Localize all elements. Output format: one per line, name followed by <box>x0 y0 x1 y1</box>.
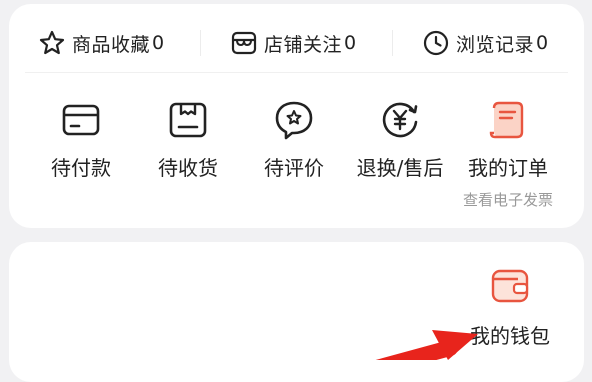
order-list-icon <box>484 96 532 144</box>
shop-follows[interactable]: 店铺关注 0 <box>229 26 356 60</box>
browse-history-label: 浏览记录 <box>456 33 535 56</box>
pending-payment-label: 待付款 <box>51 156 111 180</box>
browse-history-count: 0 <box>536 32 549 54</box>
returns-after-sales-label: 退换/售后 <box>356 156 444 180</box>
view-e-invoice-link[interactable]: 查看电子发票 <box>463 189 553 210</box>
pending-receipt[interactable]: 待收货 <box>134 96 242 181</box>
my-orders-label: 我的订单 <box>468 156 548 180</box>
wallet-card: 我的钱包 <box>9 242 584 382</box>
product-favorites-label: 商品收藏 <box>72 33 151 56</box>
divider <box>200 30 201 56</box>
product-favorites[interactable]: 商品收藏 0 <box>37 26 164 60</box>
my-orders[interactable]: 我的订单 查看电子发票 <box>454 96 562 210</box>
divider <box>392 30 393 56</box>
clock-icon <box>421 28 451 58</box>
review-star-icon <box>270 96 318 144</box>
shop-follows-count: 0 <box>344 32 357 54</box>
pending-payment[interactable]: 待付款 <box>27 96 135 181</box>
product-favorites-count: 0 <box>152 32 165 54</box>
browse-history[interactable]: 浏览记录 0 <box>421 26 548 60</box>
purse-icon <box>486 262 534 310</box>
returns-after-sales[interactable]: 退换/售后 <box>346 96 454 181</box>
refund-yen-icon <box>376 96 424 144</box>
package-icon <box>164 96 212 144</box>
my-wallet[interactable]: 我的钱包 <box>455 262 565 349</box>
pending-review[interactable]: 待评价 <box>240 96 348 181</box>
divider <box>25 72 568 73</box>
orders-card: 商品收藏 0 店铺关注 0 浏览记录 0 待付款 待收货 待评价 退换/售后 我… <box>9 4 584 228</box>
shop-follows-label: 店铺关注 <box>264 33 343 56</box>
pending-review-label: 待评价 <box>264 156 324 180</box>
wallet-card-icon <box>57 96 105 144</box>
shop-icon <box>229 28 259 58</box>
my-wallet-label: 我的钱包 <box>470 324 550 348</box>
pending-receipt-label: 待收货 <box>158 156 218 180</box>
star-icon <box>37 28 67 58</box>
